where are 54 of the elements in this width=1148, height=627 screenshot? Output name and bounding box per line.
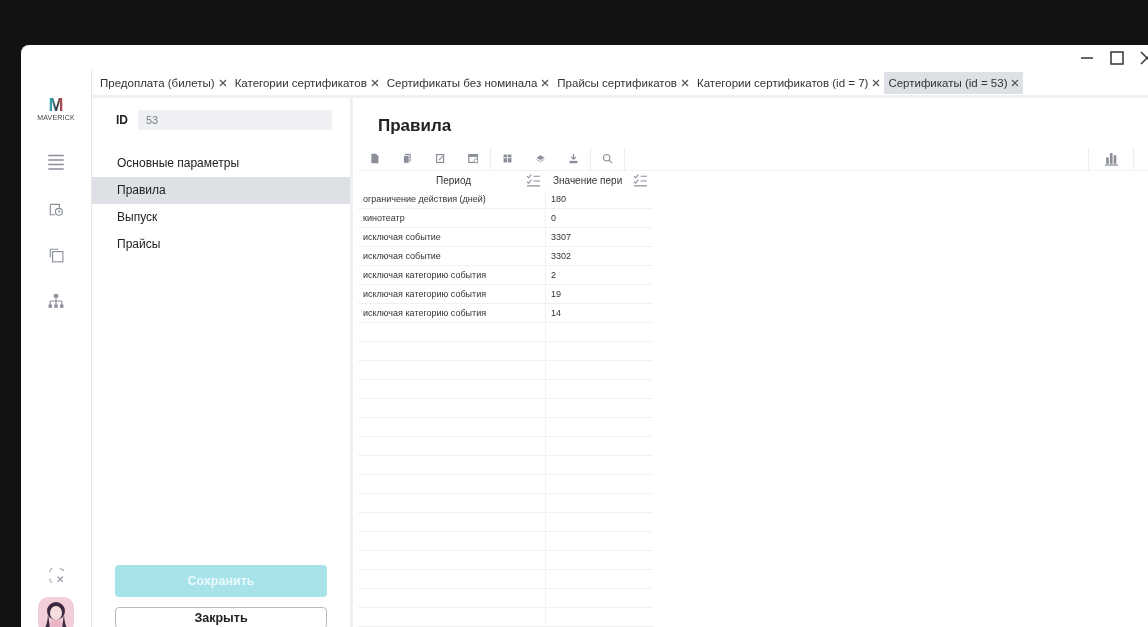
logo-mark: M [48, 96, 64, 114]
close-icon[interactable] [541, 78, 550, 87]
network-icon[interactable] [48, 293, 64, 309]
tab[interactable]: Сертификаты без номинала [382, 71, 554, 94]
tab[interactable]: Сертификаты (id = 53) [884, 71, 1024, 94]
table-cell: исключая событие [358, 247, 546, 265]
tab[interactable]: Категории сертификатов (id = 7) [692, 71, 885, 94]
close-icon[interactable] [872, 78, 881, 87]
close-icon[interactable] [680, 78, 689, 87]
table-cell: исключая категорию события [358, 285, 546, 303]
edit-icon[interactable] [435, 153, 446, 165]
table-cell: исключая событие [358, 228, 546, 246]
copy-icon[interactable] [48, 247, 64, 263]
table-cell-text: 0 [550, 212, 557, 225]
maximize-icon[interactable] [1110, 50, 1124, 65]
close-icon[interactable] [370, 78, 379, 87]
table-icon[interactable] [502, 153, 513, 165]
nav-item[interactable]: Основные параметры [92, 150, 350, 177]
id-label: ID [116, 113, 128, 127]
table-cell-text: 14 [550, 307, 562, 320]
collapse-icon[interactable] [48, 568, 64, 583]
column-header: Период [436, 174, 472, 186]
menu-icon[interactable] [47, 153, 65, 171]
table-cell-text: 3307 [550, 231, 573, 244]
search-icon[interactable] [602, 153, 613, 165]
table-cell: ограничение действия (дней) [358, 190, 546, 208]
table-cell: исключая категорию события [358, 266, 546, 284]
nav-item[interactable]: Правила [92, 177, 350, 204]
table-cell-text: 180 [550, 193, 568, 206]
calendar-clock-icon[interactable] [48, 201, 64, 217]
close-button[interactable]: Закрыть [115, 607, 327, 627]
document-icon[interactable] [369, 153, 380, 165]
tab[interactable]: Категории сертификатов [230, 71, 383, 94]
table-cell-text: 2 [550, 269, 557, 282]
nav-item[interactable]: Выпуск [92, 204, 350, 231]
close-icon[interactable] [1011, 78, 1020, 87]
download-icon[interactable] [568, 153, 579, 165]
filter-list-icon[interactable] [526, 172, 541, 188]
nav-item[interactable]: Прайсы [92, 231, 350, 258]
table-cell: исключая категорию события [358, 304, 546, 322]
tab[interactable]: Прайсы сертификатов [553, 71, 693, 94]
table-cell-text: 19 [550, 288, 562, 301]
filter-list-icon[interactable] [633, 172, 648, 188]
column-header: Значение пери [553, 174, 623, 186]
panel-title: Правила [378, 116, 453, 136]
table-cell: кинотеатр [358, 209, 546, 227]
bar-chart-icon[interactable] [1103, 151, 1119, 167]
layers-icon[interactable] [535, 153, 546, 165]
table-cell-text: 3302 [550, 250, 573, 263]
id-field[interactable]: 53 [138, 110, 332, 130]
tab[interactable]: Предоплата (билеты) [96, 71, 231, 94]
calendar-icon[interactable] [468, 153, 479, 165]
close-icon[interactable] [218, 78, 227, 87]
copy-icon[interactable] [402, 153, 413, 165]
